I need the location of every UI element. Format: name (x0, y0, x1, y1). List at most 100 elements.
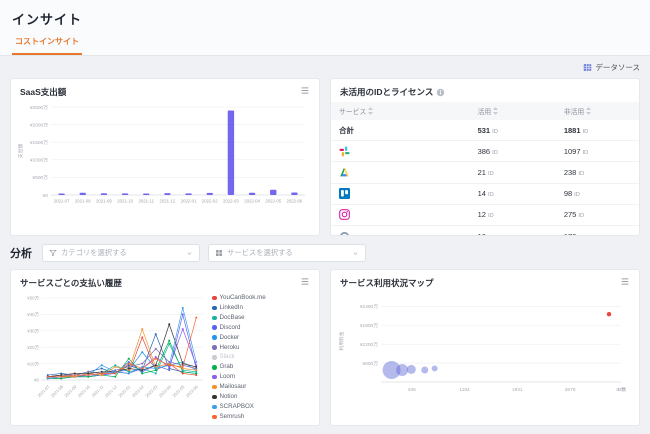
legend-label: Grab (219, 363, 234, 371)
license-table-row[interactable]: 10ID176ID (331, 225, 639, 235)
svg-text:1184: 1184 (459, 387, 470, 393)
svg-text:¥50万: ¥50万 (27, 296, 39, 302)
card-unused-licenses: 未活用のIDとライセンス サービス 活用 非活用 合計 531 ID 1881 ID 38… (330, 78, 640, 236)
svg-text:2021-09: 2021-09 (63, 384, 78, 399)
svg-text:¥0: ¥0 (34, 378, 39, 383)
svg-text:2021-08: 2021-08 (75, 199, 91, 204)
license-table-row[interactable]: 386 ID 1097 ID (331, 140, 639, 163)
col-label-service: サービス (339, 109, 367, 116)
legend-item[interactable]: LinkedIn (212, 303, 315, 313)
legend-item[interactable]: Loom (212, 372, 315, 382)
col-header-service[interactable]: サービス (331, 102, 470, 120)
chart-menu-icon[interactable] (300, 277, 310, 286)
sort-icon[interactable] (368, 107, 374, 115)
page-title: インサイト (12, 12, 83, 27)
bar (248, 192, 256, 195)
saas-spend-bar-chart: ¥0 ¥500万 ¥1000万 ¥1500万 ¥2000万 ¥2500万 2021-07 20… (11, 99, 319, 224)
svg-text:支出額: 支出額 (17, 144, 24, 159)
bar (164, 193, 171, 195)
legend-label: SCRAPBOX (219, 402, 254, 410)
service-cell (331, 183, 470, 205)
license-table-row[interactable]: 合計 531 ID 1881 ID (331, 120, 639, 142)
svg-text:2022-03: 2022-03 (144, 384, 159, 399)
bubble (606, 311, 612, 317)
tab-bar: コストインサイト (12, 36, 638, 55)
license-table-row[interactable]: 12 ID 275 ID (331, 204, 639, 226)
svg-text:2021-08: 2021-08 (50, 384, 65, 399)
svg-text:¥10万: ¥10万 (27, 361, 39, 367)
legend-dot (212, 355, 217, 360)
legend-item[interactable]: Mailosaur (212, 382, 315, 392)
license-table-row[interactable]: 21 ID 238 ID (331, 161, 639, 184)
svg-text:¥500万: ¥500万 (33, 175, 49, 181)
legend-item[interactable]: Slack (212, 352, 315, 362)
legend-dot (212, 394, 217, 400)
legend-label: Notion (219, 393, 238, 401)
legend-item[interactable]: Discord (212, 323, 315, 333)
svg-text:ID数: ID数 (616, 386, 626, 393)
chart-legend: YouCanBook.me LinkedIn DocBase Discord Docke… (207, 290, 315, 425)
slack-icon (339, 146, 350, 157)
bar (121, 193, 129, 195)
count-cell: 176ID (555, 225, 639, 235)
svg-text:2021-12: 2021-12 (160, 199, 176, 204)
col-label-active: 活用 (477, 109, 492, 116)
bubble (406, 364, 416, 374)
count-cell: 531 ID (469, 120, 556, 142)
count-cell: 1097 ID (555, 140, 639, 163)
license-table-row[interactable]: 14 ID 98 ID (331, 183, 639, 205)
bar (206, 192, 213, 195)
svg-text:2022-05: 2022-05 (171, 384, 186, 399)
insights-page: インサイト コストインサイト データソース SaaS支出額 ¥0 ¥500万 ¥10… (0, 0, 650, 434)
chart-menu-icon[interactable] (620, 277, 630, 286)
bar (185, 193, 192, 195)
legend-item[interactable]: DocBase (212, 313, 315, 323)
svg-text:¥2000万: ¥2000万 (30, 122, 48, 128)
legend-label: Semrush (219, 412, 245, 420)
page-header: インサイト コストインサイト (0, 0, 650, 56)
bottom-cards-row: サービスごとの支払い履歴 ¥0 ¥10万 ¥20万 ¥30万 ¥40万 ¥50万 2021-… (10, 269, 640, 426)
service-placeholder: サービスを選択する (227, 248, 293, 257)
svg-text:¥1500万: ¥1500万 (30, 140, 48, 146)
legend-item[interactable]: Semrush (212, 412, 315, 422)
legend-item[interactable]: SCRAPBOX (212, 402, 315, 412)
datasource-link[interactable]: データソース (583, 62, 640, 73)
svg-text:2022-02: 2022-02 (202, 199, 218, 204)
legend-dot (212, 365, 217, 370)
svg-text:2021-11: 2021-11 (139, 199, 155, 204)
top-cards-row: SaaS支出額 ¥0 ¥500万 ¥1000万 ¥1500万 ¥2000万 ¥2500万 2… (10, 78, 640, 236)
service-cell (331, 204, 470, 226)
card-header: サービスごとの支払い履歴 (11, 270, 319, 290)
col-header-inactive[interactable]: 非活用 (555, 102, 639, 120)
legend-dot (212, 384, 217, 390)
analysis-title: 分析 (10, 248, 32, 260)
svg-text:2021-10: 2021-10 (117, 199, 133, 204)
bar (270, 189, 277, 195)
info-icon[interactable] (436, 88, 445, 97)
svg-text:2021-07: 2021-07 (54, 199, 70, 204)
col-label-inactive: 非活用 (563, 109, 585, 116)
card-usage-map: サービス利用状況マップ ¥600万 ¥1200万 ¥1800万 ¥2400万 436 11… (330, 269, 640, 426)
legend-item[interactable]: Heroku (212, 343, 315, 353)
card-header: 未活用のIDとライセンス (331, 79, 639, 99)
chart-menu-icon[interactable] (300, 86, 310, 95)
legend-dot (212, 325, 217, 330)
col-header-active[interactable]: 活用 (469, 102, 556, 120)
map-card-title: サービス利用状況マップ (340, 278, 434, 288)
chevron-down-icon (353, 251, 358, 255)
legend-item[interactable]: Docker (212, 333, 315, 343)
service-cell (331, 161, 470, 184)
svg-text:2021-09: 2021-09 (96, 199, 112, 204)
legend-item[interactable]: YouCanBook.me (212, 293, 315, 303)
legend-item[interactable]: Notion (212, 392, 315, 402)
category-select[interactable]: カテゴリを選択する (42, 244, 200, 262)
tab-cost-insight[interactable]: コストインサイト (12, 36, 82, 55)
count-cell: 10ID (469, 225, 556, 235)
bar (291, 192, 298, 195)
legend-item[interactable]: Grab (212, 362, 315, 372)
sort-icon[interactable] (586, 107, 592, 115)
service-select[interactable]: サービスを選択する (208, 244, 366, 262)
sort-icon[interactable] (493, 107, 499, 115)
bar (143, 193, 150, 195)
bubble (396, 364, 409, 377)
